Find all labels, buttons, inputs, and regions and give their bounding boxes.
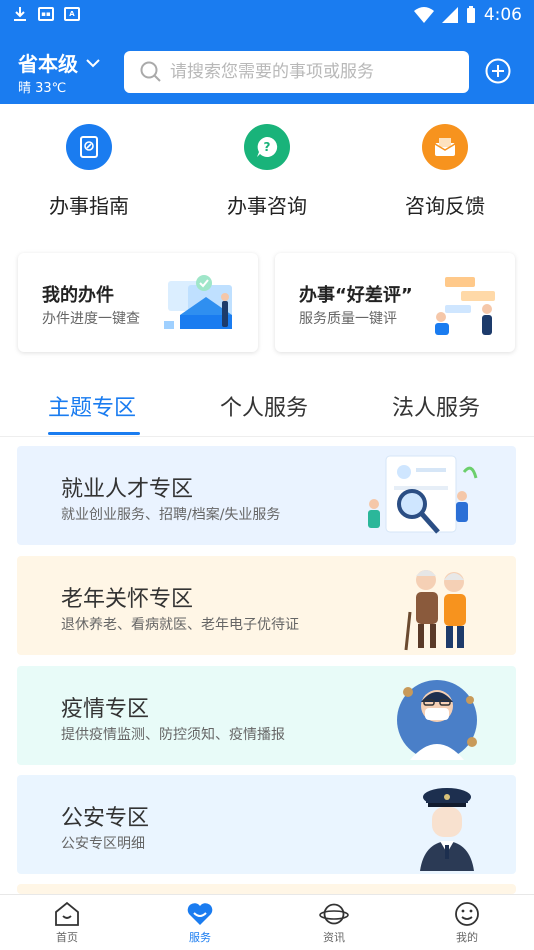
nav-news[interactable]: 资讯	[294, 901, 374, 945]
battery-icon	[466, 6, 475, 23]
card-title: 我的办件	[42, 285, 114, 306]
header: 省本级 晴 33℃	[0, 30, 534, 104]
zone-elderly-care[interactable]: 老年关怀专区 退休养老、看病就医、老年电子优待证	[17, 556, 516, 655]
zone-subtitle: 退休养老、看病就医、老年电子优待证	[61, 617, 299, 633]
zone-subtitle: 公安专区明细	[61, 836, 145, 852]
divider	[0, 436, 534, 437]
tab-indicator	[48, 432, 140, 435]
quick-action-feedback[interactable]: 咨询反馈	[356, 124, 534, 219]
zone-subtitle: 提供疫情监测、防控须知、疫情播报	[61, 727, 285, 743]
quick-action-label: 办事咨询	[227, 194, 307, 218]
rating-illustration-icon	[435, 277, 495, 335]
search-icon	[140, 61, 161, 82]
download-icon	[14, 7, 26, 21]
search-input[interactable]	[170, 62, 450, 82]
zone-employment[interactable]: 就业人才专区 就业创业服务、招聘/档案/失业服务	[17, 446, 516, 545]
mail-icon	[422, 124, 468, 170]
doctor-illustration-icon	[397, 680, 477, 760]
documents-illustration-icon	[164, 275, 232, 329]
search-box[interactable]	[124, 51, 469, 93]
police-officer-illustration-icon	[420, 788, 474, 871]
card-title: 办事“好差评”	[299, 285, 413, 306]
zone-title: 就业人才专区	[61, 477, 194, 502]
app-badge-icon: ▪▪	[38, 7, 54, 21]
nav-label: 资讯	[323, 931, 345, 944]
elderly-couple-illustration-icon	[404, 570, 466, 651]
question-chat-icon: ?	[244, 124, 290, 170]
nav-label: 首页	[56, 931, 78, 944]
planet-icon	[319, 903, 349, 925]
nav-label: 服务	[189, 931, 211, 944]
zone-public-security[interactable]: 公安专区 公安专区明细	[17, 775, 516, 874]
tab-legal-entity-service[interactable]: 法人服务	[392, 390, 480, 422]
home-icon	[55, 901, 79, 926]
quick-action-label: 办事指南	[49, 194, 129, 218]
add-circle-icon[interactable]	[485, 58, 511, 84]
nav-label: 我的	[456, 931, 478, 944]
employment-illustration-icon	[368, 455, 478, 534]
my-cases-card[interactable]: 我的办件 办件进度一键查	[18, 253, 258, 352]
region-selector[interactable]: 省本级	[18, 48, 100, 77]
card-subtitle: 服务质量一键评	[299, 311, 397, 327]
nav-home[interactable]: 首页	[27, 901, 107, 945]
zone-partial	[17, 884, 516, 894]
weather-label: 晴 33℃	[18, 81, 67, 96]
quick-action-guide[interactable]: 办事指南	[0, 124, 178, 219]
zone-title: 公安专区	[61, 806, 150, 831]
zone-title: 疫情专区	[61, 697, 150, 722]
tab-personal-service[interactable]: 个人服务	[220, 390, 308, 422]
bottom-nav: 首页 服务 资讯 我的	[0, 894, 534, 950]
a-badge-icon: A	[64, 7, 80, 21]
chevron-down-icon	[86, 58, 100, 67]
quick-action-consult[interactable]: ? 办事咨询	[178, 124, 356, 219]
smile-icon	[455, 902, 479, 926]
quick-action-label: 咨询反馈	[405, 194, 485, 218]
wifi-icon	[413, 7, 434, 23]
nav-service[interactable]: 服务	[160, 901, 240, 945]
status-bar: ▪▪ A 4:06	[0, 0, 534, 30]
svg-text:?: ?	[264, 140, 271, 154]
nav-mine[interactable]: 我的	[427, 901, 507, 945]
signal-icon	[441, 7, 458, 23]
tab-theme-zone[interactable]: 主题专区	[48, 390, 136, 422]
guide-book-icon	[66, 124, 112, 170]
region-label: 省本级	[18, 52, 78, 76]
heart-icon	[187, 903, 213, 925]
zone-epidemic[interactable]: 疫情专区 提供疫情监测、防控须知、疫情播报	[17, 666, 516, 765]
zone-subtitle: 就业创业服务、招聘/档案/失业服务	[61, 507, 281, 523]
status-time: 4:06	[483, 5, 522, 25]
card-subtitle: 办件进度一键查	[42, 311, 140, 327]
zone-title: 老年关怀专区	[61, 587, 194, 612]
service-rating-card[interactable]: 办事“好差评” 服务质量一键评	[275, 253, 515, 352]
